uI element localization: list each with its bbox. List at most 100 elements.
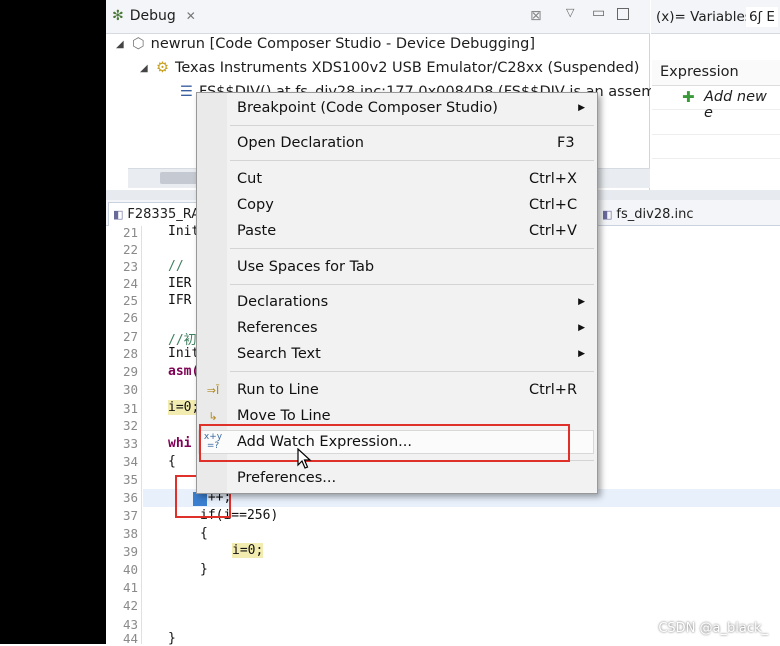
menu-item-shortcut: Ctrl+R (529, 382, 578, 398)
move-to-line-icon: ↳ (208, 409, 218, 423)
menu-item-label: References (237, 320, 318, 336)
line-number: 37 (122, 508, 138, 523)
code-line-28[interactable]: Init (168, 346, 199, 361)
line-number: 26 (122, 310, 138, 325)
bug-icon: ✻ (112, 8, 124, 24)
menu-item-label: Cut (237, 171, 262, 187)
maximize-icon[interactable] (617, 8, 629, 20)
submenu-arrow-icon: ▶ (578, 323, 585, 333)
menu-separator (230, 248, 594, 249)
add-new-expression-row[interactable]: ✚ Add new e (652, 86, 780, 121)
code-line-24[interactable]: IER (168, 276, 199, 291)
editor-tab-label: fs_div28.inc (616, 206, 694, 222)
minimize-icon[interactable]: ▭ (592, 5, 605, 21)
tab-expressions[interactable]: 6ʃ E (746, 7, 778, 27)
code-line-40[interactable]: } (200, 562, 208, 577)
menu-item-open-declaration[interactable]: Open Declaration F3 (197, 131, 597, 155)
line-number: 30 (122, 382, 138, 397)
submenu-arrow-icon: ▶ (578, 297, 585, 307)
left-background (0, 0, 106, 644)
line-number: 21 (122, 225, 138, 240)
code-line-31[interactable]: i=0; (168, 400, 200, 415)
menu-item-label: Run to Line (237, 382, 319, 398)
menu-item-label: Declarations (237, 294, 329, 310)
close-icon[interactable]: ✕ (186, 9, 196, 23)
tree-item-emulator[interactable]: ◢ ⚙ Texas Instruments XDS100v2 USB Emula… (140, 60, 639, 76)
submenu-arrow-icon: ▶ (578, 349, 585, 359)
thread-icon: ⚙ (156, 60, 169, 76)
code-line-39[interactable]: i=0; (232, 543, 264, 558)
line-number: 42 (122, 598, 138, 613)
line-number: 31 (122, 401, 138, 416)
inc-file-icon: ◧ (602, 207, 613, 221)
editor-tab-main[interactable]: ◧ F28335_RA (108, 202, 200, 226)
row-divider (652, 158, 780, 159)
line-number: 28 (122, 346, 138, 361)
line-number: 39 (122, 544, 138, 559)
expand-triangle-icon: ◢ (140, 62, 148, 74)
menu-item-label: Paste (237, 223, 277, 239)
menu-item-paste[interactable]: Paste Ctrl+V (197, 219, 597, 243)
menu-item-declarations[interactable]: Declarations ▶ (197, 290, 597, 314)
tab-variables[interactable]: (x)= Variables (656, 9, 752, 25)
menu-item-shortcut: Ctrl+X (529, 171, 577, 187)
menu-separator (230, 125, 594, 126)
line-number: 38 (122, 526, 138, 541)
menu-item-breakpoint[interactable]: Breakpoint (Code Composer Studio) ▶ (197, 96, 597, 120)
menu-item-preferences[interactable]: Preferences... (197, 466, 597, 490)
code-line-21[interactable]: Init (168, 224, 199, 239)
menu-item-references[interactable]: References ▶ (197, 316, 597, 340)
add-icon: ✚ (682, 88, 695, 106)
line-number-gutter: 21 22 23 24 25 26 27 28 29 30 31 32 33 3… (106, 225, 142, 646)
tree-item-newrun[interactable]: ◢ ⬡ newrun [Code Composer Studio - Devic… (116, 36, 535, 52)
tab-debug[interactable]: ✻ Debug ✕ (112, 8, 196, 24)
code-line-38[interactable]: { (200, 526, 208, 541)
collapse-all-icon[interactable]: ⊠ (530, 8, 542, 24)
menu-separator (230, 371, 594, 372)
menu-separator (230, 284, 594, 285)
code-line-23[interactable]: // (168, 259, 191, 274)
menu-item-cut[interactable]: Cut Ctrl+X (197, 167, 597, 191)
menu-item-copy[interactable]: Copy Ctrl+C (197, 193, 597, 217)
menu-item-search-text[interactable]: Search Text ▶ (197, 342, 597, 366)
line-number: 43 (122, 617, 138, 632)
line-number: 36 (122, 490, 138, 505)
add-new-expression-label: Add new e (704, 89, 767, 121)
code-line-33[interactable]: whi (168, 436, 191, 451)
run-to-line-icon: ⇒Ī (206, 383, 220, 397)
tree-item-label: newrun [Code Composer Studio - Device De… (150, 36, 536, 52)
column-header-label: Expression (660, 64, 739, 80)
line-number: 27 (122, 329, 138, 344)
menu-item-run-to-line[interactable]: ⇒Ī Run to Line Ctrl+R (197, 378, 597, 402)
mouse-cursor-icon (297, 448, 312, 469)
line-number: 29 (122, 364, 138, 379)
code-line-29[interactable]: asm( (168, 364, 199, 379)
editor-tab-fs-div28[interactable]: ◧ fs_div28.inc (598, 202, 708, 226)
editor-tab-label: F28335_RA (127, 207, 201, 222)
line-number: 34 (122, 454, 138, 469)
menu-item-label: Preferences... (237, 470, 337, 486)
project-icon: ⬡ (132, 36, 145, 52)
menu-item-label: Move To Line (237, 408, 331, 424)
menu-item-label: Copy (237, 197, 274, 213)
menu-separator (230, 160, 594, 161)
expression-column-header[interactable]: Expression (652, 60, 780, 86)
code-line-34[interactable]: { (168, 454, 176, 469)
line-number: 41 (122, 580, 138, 595)
view-menu-icon[interactable]: ▽ (566, 6, 574, 19)
menu-item-shortcut: F3 (557, 135, 575, 151)
line-number: 33 (122, 436, 138, 451)
line-number: 35 (122, 472, 138, 487)
expand-triangle-icon: ◢ (116, 38, 124, 50)
watermark: CSDN @a_black_ (658, 621, 768, 636)
menu-item-shortcut: Ctrl+V (529, 223, 577, 239)
menu-item-label: Breakpoint (Code Composer Studio) (237, 100, 498, 116)
code-line-25[interactable]: IFR (168, 293, 199, 308)
menu-item-label: Use Spaces for Tab (237, 259, 375, 275)
menu-item-use-spaces-for-tab[interactable]: Use Spaces for Tab (197, 255, 597, 279)
line-number: 25 (122, 293, 138, 308)
annotation-box-add-watch (199, 424, 570, 462)
tab-debug-label: Debug (129, 8, 176, 24)
tree-item-label: Texas Instruments XDS100v2 USB Emulator/… (175, 60, 640, 76)
line-number: 32 (122, 418, 138, 433)
